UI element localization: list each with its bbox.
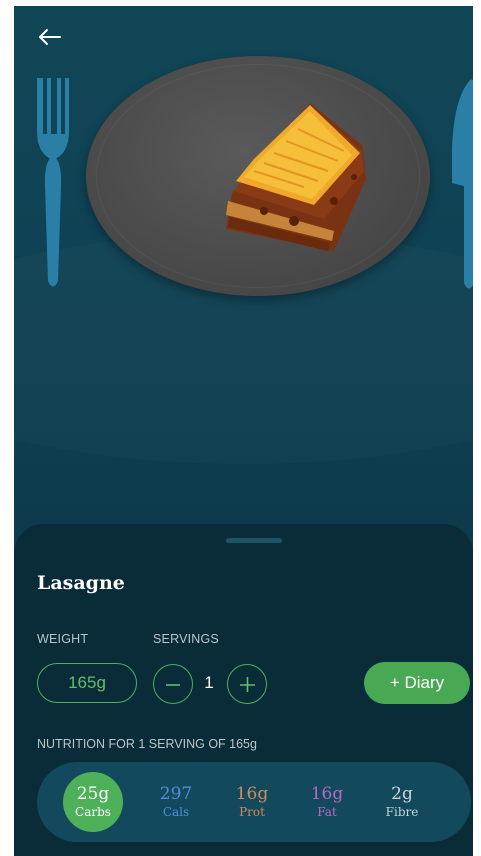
- nutrient-cals[interactable]: 297 Cals: [141, 784, 211, 820]
- nutrition-header: NUTRITION FOR 1 SERVING OF 165g: [37, 737, 257, 751]
- nutrient-value: 25g: [76, 784, 110, 804]
- nutrient-label: Cals: [162, 805, 190, 819]
- food-detail-screen: Lasagne WEIGHT SERVINGS 165g 1 + Diary N…: [14, 6, 473, 856]
- food-image: [226, 103, 366, 251]
- minus-icon: [166, 684, 180, 686]
- fork-icon: [37, 78, 69, 287]
- sheet-drag-handle[interactable]: [226, 538, 282, 543]
- servings-label: SERVINGS: [153, 632, 219, 646]
- nutrient-label: Fibre: [385, 805, 419, 819]
- back-button[interactable]: [34, 24, 64, 50]
- nutrient-value: 2g: [391, 784, 413, 804]
- nutrient-carbs[interactable]: 25g Carbs: [58, 784, 128, 820]
- weight-input[interactable]: 165g: [37, 663, 137, 703]
- nutrient-label: Fat: [317, 805, 337, 819]
- servings-value: 1: [204, 673, 214, 692]
- food-title: Lasagne: [37, 572, 125, 594]
- plus-icon: [240, 677, 255, 692]
- decrease-servings-button[interactable]: [153, 664, 193, 704]
- back-arrow-icon: [39, 29, 61, 45]
- nutrient-fibre[interactable]: 2g Fibre: [367, 784, 437, 820]
- nutrient-label: Prot: [239, 805, 265, 819]
- nutrient-value: 16g: [310, 784, 344, 804]
- add-to-diary-button[interactable]: + Diary: [364, 662, 470, 704]
- nutrient-fat[interactable]: 16g Fat: [292, 784, 362, 820]
- nutrient-value: 297: [159, 784, 193, 804]
- nutrient-value: 16g: [235, 784, 269, 804]
- weight-label: WEIGHT: [37, 632, 89, 646]
- nutrient-prot[interactable]: 16g Prot: [217, 784, 287, 820]
- increase-servings-button[interactable]: [227, 664, 267, 704]
- knife-icon: [452, 79, 473, 289]
- nutrient-label: Carbs: [75, 805, 111, 819]
